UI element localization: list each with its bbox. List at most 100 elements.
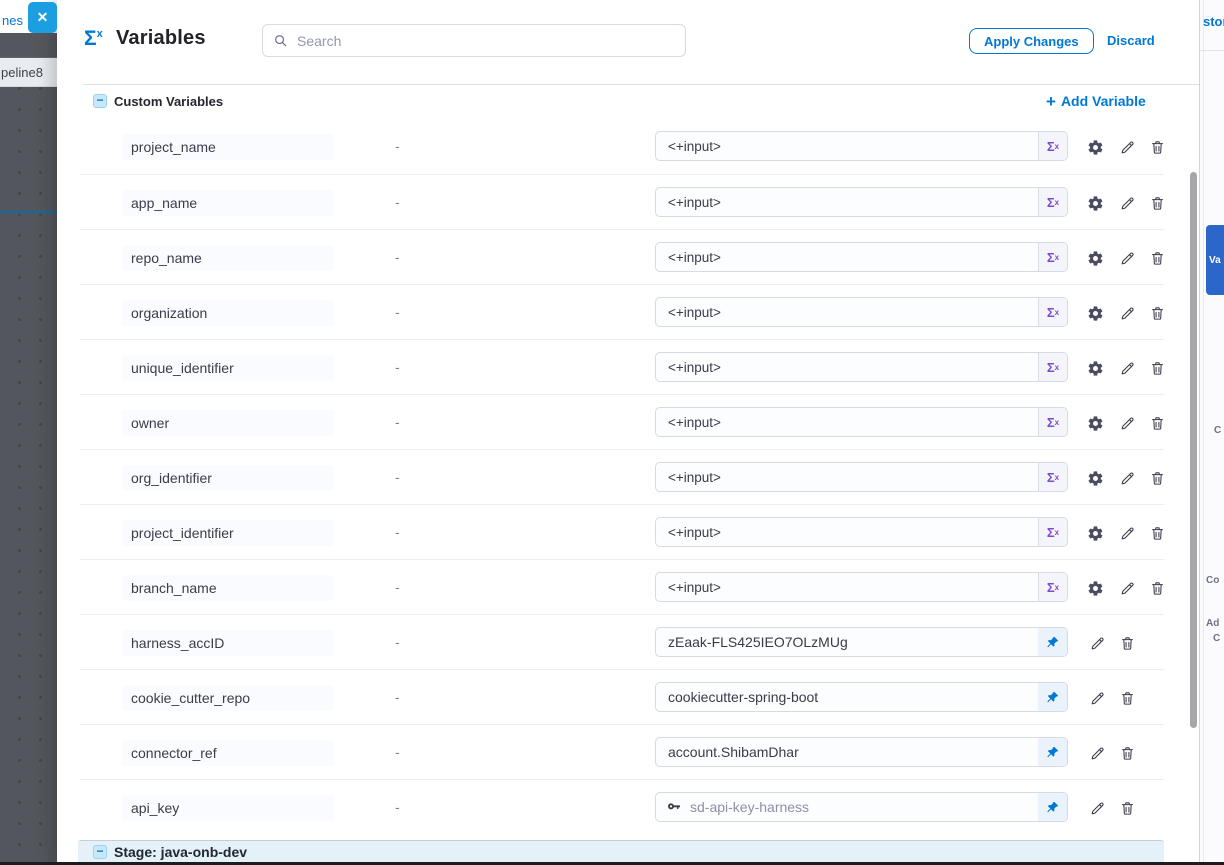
variable-value-input[interactable]: sd-api-key-harness [655,792,1068,822]
variable-name[interactable]: org_identifier [122,465,334,491]
variable-name[interactable]: api_key [122,795,334,821]
expression-sigma-icon[interactable]: Σx [1038,243,1067,271]
variable-value-input[interactable]: account.ShibamDhar [655,737,1068,767]
edit-variable-button[interactable] [1118,304,1136,322]
delete-variable-button[interactable] [1118,634,1136,652]
edit-variable-button[interactable] [1118,249,1136,267]
pin-fixed-value-icon[interactable] [1038,793,1067,821]
variable-name[interactable]: connector_ref [122,740,334,766]
variable-name[interactable]: owner [122,410,334,436]
variable-value-input[interactable]: <+input> Σx [655,517,1068,547]
edit-variable-button[interactable] [1118,138,1136,156]
pin-fixed-value-icon[interactable] [1038,738,1067,766]
variable-value-text: <+input> [656,525,721,540]
delete-variable-button[interactable] [1148,414,1166,432]
expression-sigma-icon[interactable]: Σx [1038,132,1067,160]
delete-variable-button[interactable] [1148,359,1166,377]
variable-name[interactable]: organization [122,300,334,326]
variable-value-input[interactable]: <+input>Σx [655,462,1068,492]
variable-name[interactable]: cookie_cutter_repo [122,685,334,711]
delete-variable-button[interactable] [1118,799,1136,817]
edit-variable-button[interactable] [1088,744,1106,762]
variable-row: org_identifier-<+input>Σx [80,449,1164,504]
variable-value-input[interactable]: zEaak-FLS425IEO7OLzMUg [655,627,1068,657]
expression-sigma-icon[interactable]: Σx [1038,188,1067,216]
edit-variable-button[interactable] [1088,689,1106,707]
variable-settings-button[interactable] [1086,469,1104,487]
pin-fixed-value-icon[interactable] [1038,628,1067,656]
edit-variable-button[interactable] [1118,359,1136,377]
variable-name[interactable]: repo_name [122,245,334,271]
variable-settings-button[interactable] [1086,249,1104,267]
search-input[interactable] [262,24,686,57]
variables-vertical-tab[interactable]: Va [1206,225,1224,295]
variable-settings-button[interactable] [1086,304,1104,322]
variable-value-input[interactable]: <+input> Σx [655,407,1068,437]
variable-value-input[interactable]: <+input>Σx [655,297,1068,327]
variable-value-input[interactable]: <+input>Σx [655,187,1068,217]
variable-name[interactable]: harness_accID [122,630,334,656]
variable-name[interactable]: project_name [122,134,334,160]
delete-variable-button[interactable] [1148,579,1166,597]
edit-variable-button[interactable] [1118,469,1136,487]
collapse-stage-icon[interactable]: − [93,845,107,859]
edit-variable-button[interactable] [1088,634,1106,652]
history-link-fragment[interactable]: stor [1203,14,1224,29]
expression-sigma-icon[interactable]: Σx [1038,408,1067,436]
delete-variable-button[interactable] [1148,304,1166,322]
expression-sigma-icon[interactable]: Σx [1038,573,1067,601]
variable-row: unique_identifier-<+input>Σx [80,339,1164,394]
variable-settings-button[interactable] [1086,579,1104,597]
pin-icon [1045,745,1060,760]
expression-sigma-icon[interactable]: Σx [1038,298,1067,326]
delete-variable-button[interactable] [1118,689,1136,707]
variable-value-input[interactable]: <+input>Σx [655,242,1068,272]
delete-trash-icon [1149,580,1166,597]
delete-variable-button[interactable] [1148,138,1166,156]
delete-variable-button[interactable] [1148,249,1166,267]
variable-settings-button[interactable] [1086,138,1104,156]
pipeline-name-tab-fragment[interactable]: peline8 [0,58,57,87]
edit-variable-button[interactable] [1118,194,1136,212]
variable-name[interactable]: unique_identifier [122,355,334,381]
variable-value-text: zEaak-FLS425IEO7OLzMUg [656,634,848,650]
add-variable-button[interactable]: +Add Variable [1046,92,1146,112]
variable-row: app_name-<+input>Σx [80,174,1164,229]
pin-icon [1045,690,1060,705]
variable-name[interactable]: branch_name [122,575,334,601]
variable-settings-button[interactable] [1086,194,1104,212]
variable-settings-button[interactable] [1086,414,1104,432]
expression-sigma-icon[interactable]: Σx [1038,463,1067,491]
pin-fixed-value-icon[interactable] [1038,683,1067,711]
breadcrumb-pipelines-fragment[interactable]: nes [2,13,23,28]
delete-variable-button[interactable] [1148,469,1166,487]
expression-sigma-icon[interactable]: Σx [1038,518,1067,546]
variable-settings-button[interactable] [1086,524,1104,542]
variable-settings-button[interactable] [1086,359,1104,377]
variable-name[interactable]: project_identifier [122,520,334,546]
edit-variable-button[interactable] [1118,579,1136,597]
variable-value-input[interactable]: cookiecutter-spring-boot [655,682,1068,712]
edit-variable-button[interactable] [1118,414,1136,432]
close-drawer-button[interactable]: ✕ [28,2,57,33]
expression-sigma-icon[interactable]: Σx [1038,353,1067,381]
variable-name[interactable]: app_name [122,190,334,216]
pipeline-canvas-strip: nes peline8 [0,0,57,865]
delete-variable-button[interactable] [1118,744,1136,762]
search-box [262,24,686,57]
delete-variable-button[interactable] [1148,194,1166,212]
vertical-scrollbar-thumb[interactable] [1190,172,1197,728]
variable-value-input[interactable]: <+input>Σx [655,131,1068,161]
stage-section-header[interactable]: − Stage: java-onb-dev [78,840,1164,862]
collapse-custom-variables-icon[interactable]: − [93,94,107,108]
variable-value-text: <+input> [656,415,721,430]
delete-variable-button[interactable] [1148,524,1166,542]
discard-button[interactable]: Discard [1107,33,1155,48]
edit-variable-button[interactable] [1118,524,1136,542]
pipeline-canvas-dotgrid [0,87,57,865]
edit-variable-button[interactable] [1088,799,1106,817]
variable-value-input[interactable]: <+input>Σx [655,352,1068,382]
variable-row: owner-<+input>Σx [80,394,1164,449]
variable-value-input[interactable]: <+input>Σx [655,572,1068,602]
apply-changes-button[interactable]: Apply Changes [969,28,1094,54]
